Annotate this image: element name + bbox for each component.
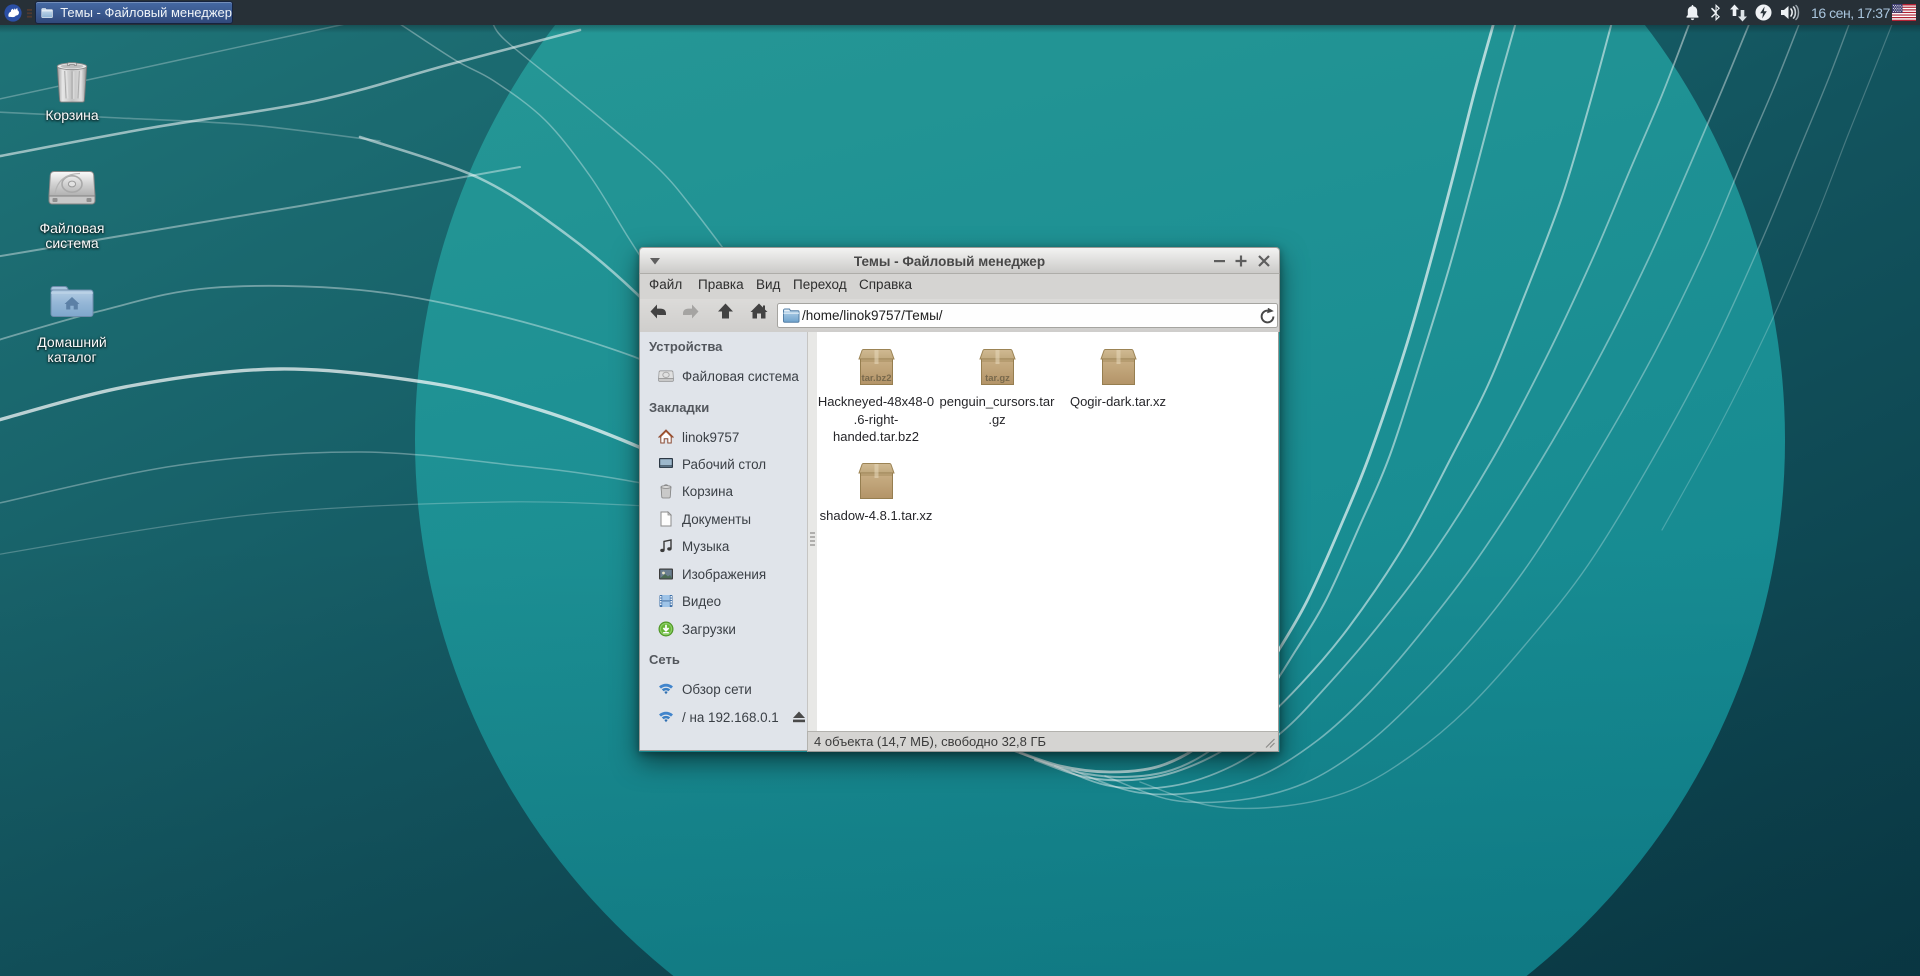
svg-text:tar.bz2: tar.bz2 [861, 373, 891, 384]
svg-text:tar.gz: tar.gz [985, 373, 1010, 384]
